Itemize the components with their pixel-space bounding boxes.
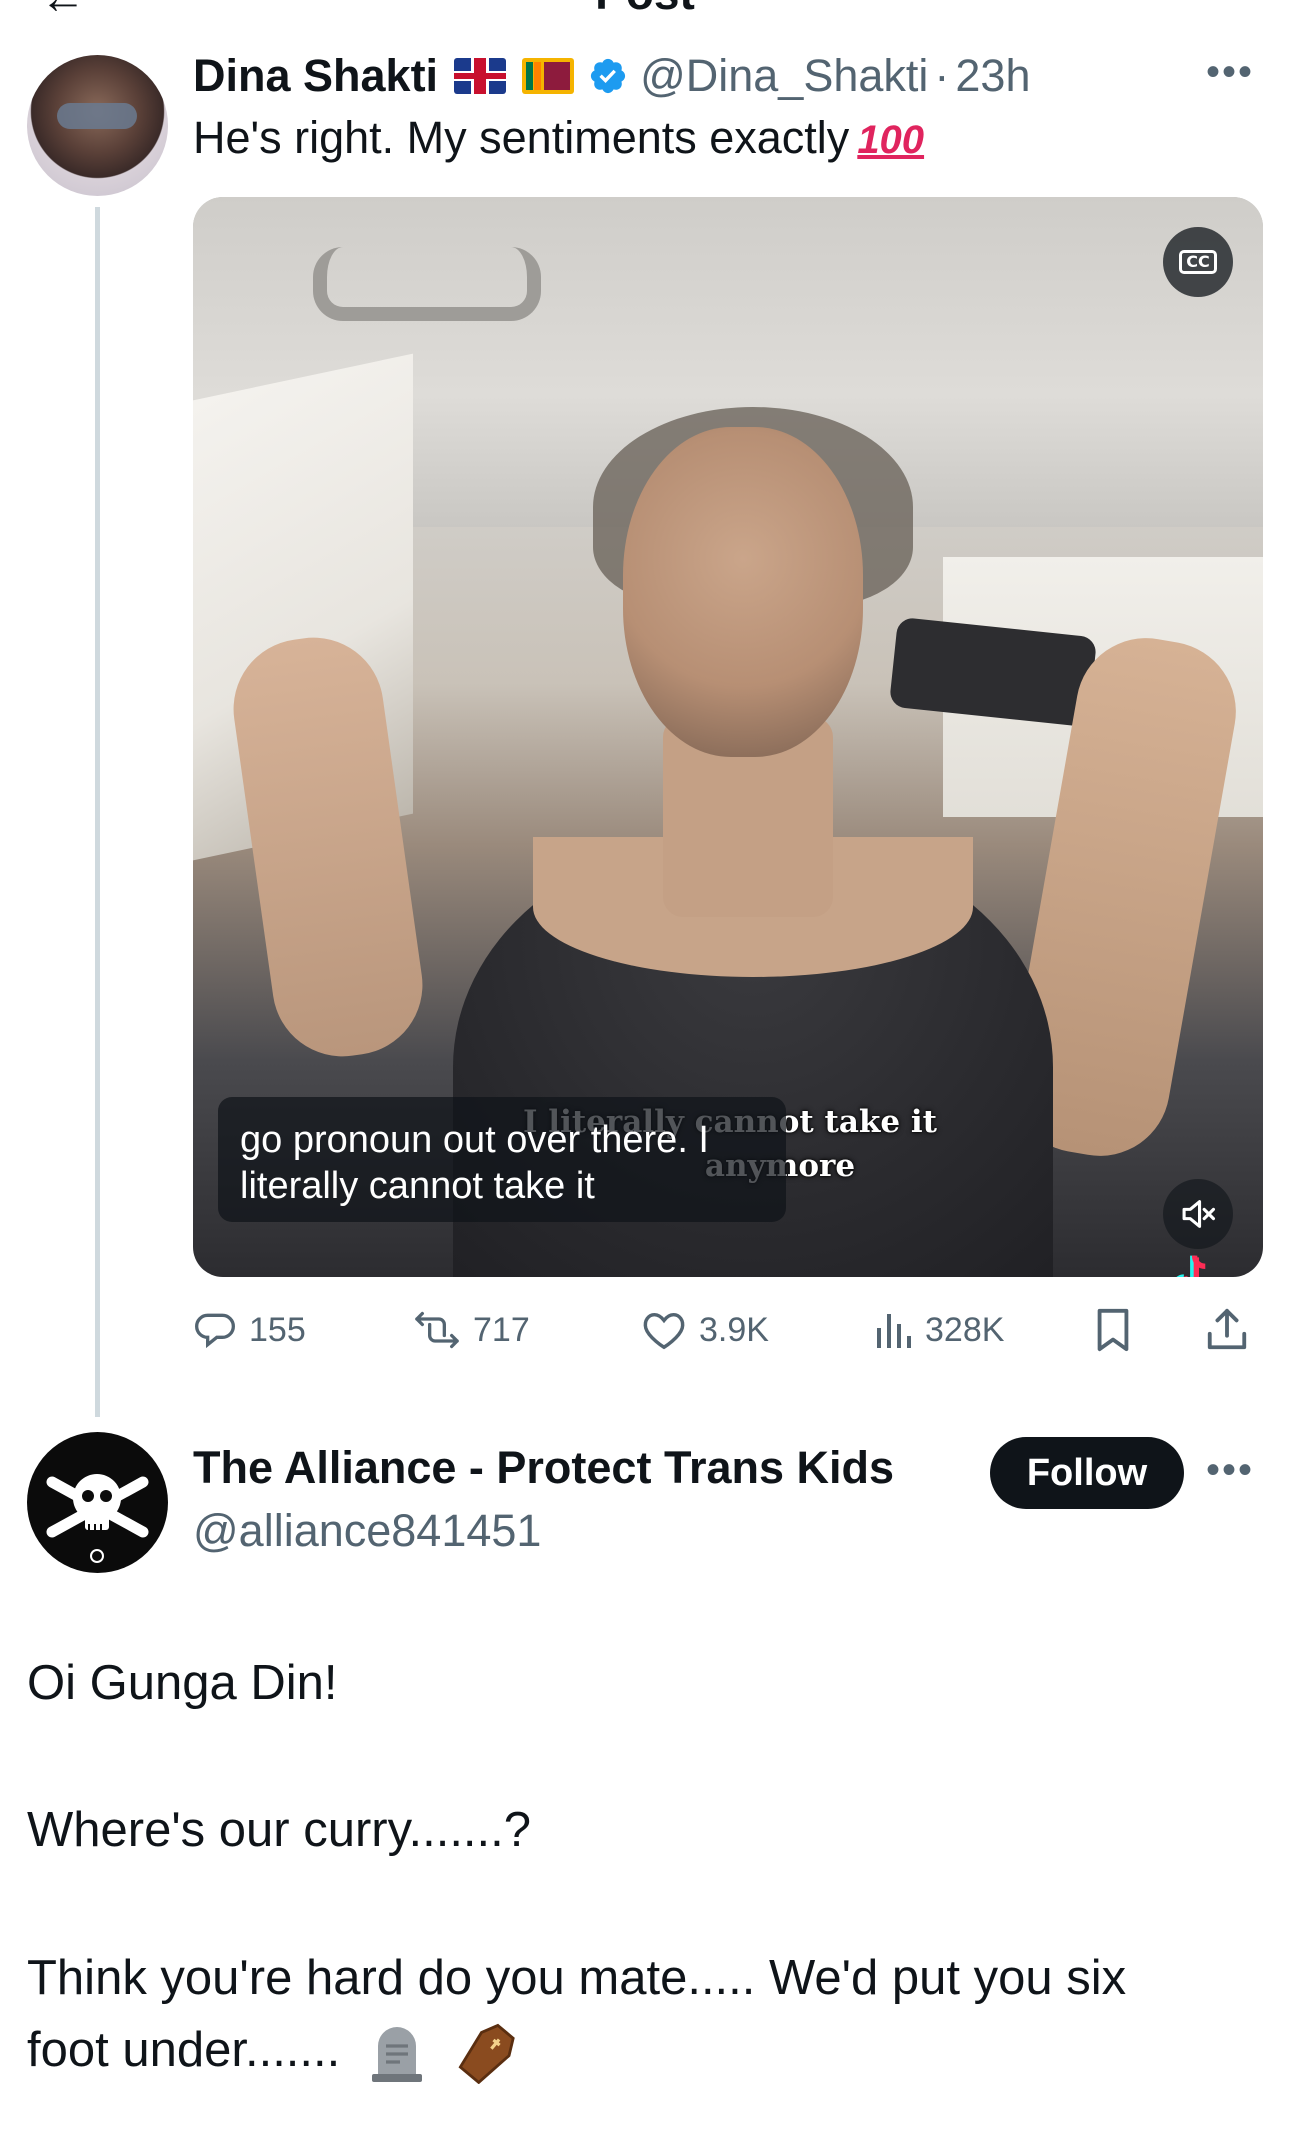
views-button[interactable]: 328K xyxy=(873,1300,1004,1360)
reply-text-line: Oi Gunga Din! xyxy=(27,1656,338,1710)
separator-dot: · xyxy=(934,50,950,101)
tweet-author-row: Dina Shakti @Dina_Shakti · 23h xyxy=(193,48,1030,104)
reply-text-line: Where's our curry.......? xyxy=(27,1803,532,1857)
bookmark-button[interactable] xyxy=(1093,1300,1145,1360)
coffin-emoji-icon xyxy=(458,2023,515,2085)
closed-captions-button[interactable]: CC xyxy=(1163,227,1233,297)
thread-connector-line xyxy=(95,207,100,1417)
reply-author-handle[interactable]: @alliance841451 xyxy=(193,1505,541,1557)
cc-icon: CC xyxy=(1179,250,1217,274)
reply-author-name[interactable]: The Alliance - Protect Trans Kids xyxy=(193,1442,894,1494)
reply-icon xyxy=(195,1313,235,1349)
reply-count: 155 xyxy=(249,1310,306,1349)
video-player[interactable]: CC I literally cannot take it anymore go… xyxy=(193,197,1263,1277)
caption-line: go pronoun out over there. I xyxy=(240,1119,709,1161)
views-chart-icon xyxy=(877,1314,911,1348)
video-caption-box: go pronoun out over there. I literally c… xyxy=(218,1097,786,1222)
hundred-points-emoji-icon: 100 xyxy=(857,118,925,162)
more-options-icon[interactable]: ••• xyxy=(1206,50,1254,95)
heart-icon xyxy=(643,1312,685,1350)
verified-badge-icon xyxy=(590,58,626,94)
more-options-icon[interactable]: ••• xyxy=(1206,1448,1254,1493)
like-button[interactable]: 3.9K xyxy=(641,1300,769,1360)
reply-text-line: foot under....... xyxy=(27,2023,341,2077)
views-count: 328K xyxy=(925,1310,1005,1349)
tweet-text: He's right. My sentiments exactly 100 xyxy=(193,112,924,164)
top-nav-bar: ← Post xyxy=(0,0,1290,14)
author-handle[interactable]: @Dina_Shakti xyxy=(640,50,928,102)
post-time: 23h xyxy=(955,50,1031,101)
tiktok-logo-icon xyxy=(1176,1255,1206,1277)
skull-crossbones-icon xyxy=(46,1474,149,1563)
reply-button[interactable]: 155 xyxy=(193,1300,306,1360)
author-name[interactable]: Dina Shakti xyxy=(193,50,438,102)
headstone-emoji-icon xyxy=(371,2027,422,2083)
repost-icon xyxy=(415,1311,459,1349)
share-button[interactable] xyxy=(1205,1300,1261,1360)
reply-text-line: Think you're hard do you mate..... We'd … xyxy=(27,1951,1127,2005)
repost-button[interactable]: 717 xyxy=(413,1300,530,1360)
avatar[interactable] xyxy=(27,55,168,196)
page-title: Post xyxy=(0,0,1290,14)
video-scene-grab-handle xyxy=(313,247,541,321)
repost-count: 717 xyxy=(473,1310,530,1349)
caption-line: literally cannot take it xyxy=(240,1165,595,1207)
follow-button[interactable]: Follow xyxy=(990,1437,1184,1509)
bookmark-icon xyxy=(1097,1308,1129,1352)
reply-text-final-line: foot under....... xyxy=(27,2022,520,2085)
avatar-sunglasses xyxy=(57,103,137,129)
avatar[interactable] xyxy=(27,1432,168,1573)
mute-button[interactable] xyxy=(1163,1179,1233,1249)
tweet-actions-bar: 155 717 3.9K 328K xyxy=(193,1300,1263,1360)
share-icon xyxy=(1207,1308,1247,1350)
sri-lanka-flag-icon xyxy=(522,58,575,94)
uk-flag-icon xyxy=(454,58,507,94)
video-scene-face xyxy=(623,427,863,757)
like-count: 3.9K xyxy=(699,1310,769,1349)
speaker-muted-icon xyxy=(1182,1200,1215,1228)
tweet-text-body: He's right. My sentiments exactly xyxy=(193,112,850,163)
